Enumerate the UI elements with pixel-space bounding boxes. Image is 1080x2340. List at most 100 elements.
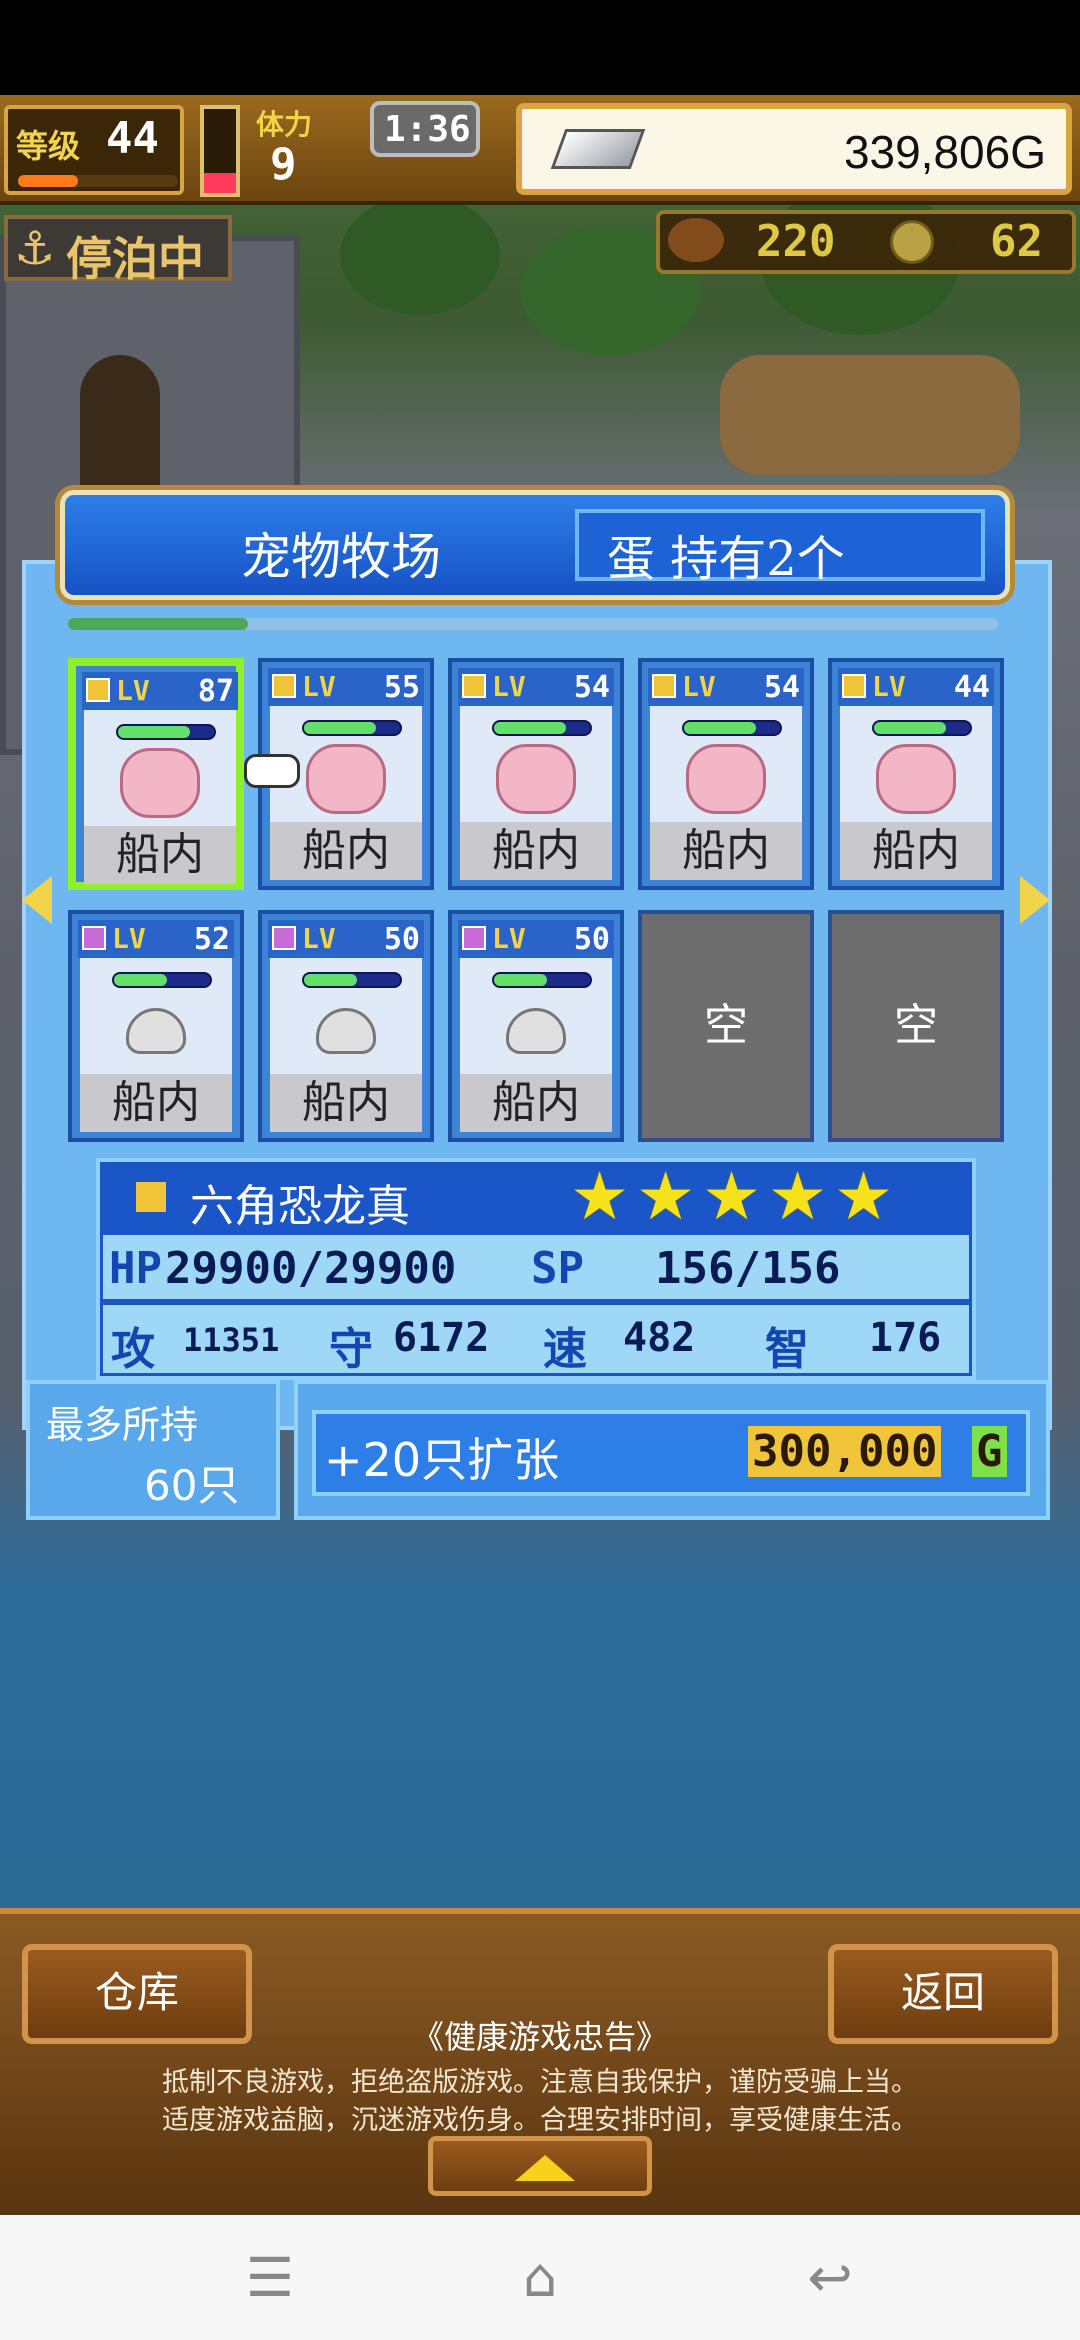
anchor-icon: ⚓ [14, 221, 56, 275]
axolotl-gills [663, 751, 795, 771]
pet-slot[interactable]: LV 54 船内 [638, 658, 814, 890]
pet-slot[interactable]: LV 44 船内 [828, 658, 1004, 890]
pet-name-row: 六角恐龙真 ★ ★ ★ ★ ★ [100, 1158, 972, 1235]
spd-label: 速 [543, 1324, 587, 1375]
timer-box: 1:36 [370, 101, 480, 157]
axolotl-gills [283, 751, 415, 771]
def-label: 守 [329, 1324, 373, 1375]
pet-location: 船内 [84, 826, 236, 884]
pet-hp-bar [112, 972, 212, 988]
back-icon[interactable]: ↩ [780, 2215, 880, 2340]
expand-menu-button[interactable] [428, 2136, 652, 2196]
element-icon [136, 1182, 166, 1212]
level-box: 等级 44 [4, 105, 184, 195]
pet-level-value: 50 [383, 922, 420, 957]
expand-box: +20只扩张 300,000 G [294, 1380, 1050, 1520]
element-icon [652, 674, 676, 698]
def-value: 6172 [393, 1315, 490, 1361]
pet-location: 船内 [840, 822, 992, 880]
pet-level-label: LV [116, 674, 150, 707]
pet-slot[interactable]: LV 50 船内 [258, 910, 434, 1142]
expand-button[interactable]: +20只扩张 300,000 G [312, 1410, 1030, 1496]
moored-text: 停泊中 [66, 232, 204, 286]
atk-value: 11351 [183, 1321, 280, 1359]
health-notice-line1: 抵制不良游戏，拒绝盗版游戏。注意自我保护，谨防受骗上当。 [162, 2067, 918, 2098]
pet-level-value: 54 [763, 670, 800, 705]
level-label: 等级 [16, 127, 81, 165]
pet-name: 六角恐龙真 [190, 1181, 410, 1232]
pet-location: 船内 [80, 1074, 232, 1132]
empty-slot-label: 空 [704, 1000, 748, 1051]
pet-hp-fill [118, 726, 190, 738]
expand-cost-unit: G [972, 1426, 1007, 1477]
pet-hp-fill [874, 722, 946, 734]
health-notice-line2: 适度游戏益脑，沉迷游戏伤身。合理安排时间，享受健康生活。 [162, 2105, 918, 2136]
pet-hp-bar [302, 720, 402, 736]
food-icon [668, 218, 724, 262]
page-left-arrow[interactable] [22, 876, 52, 924]
rock-pile [720, 355, 1020, 475]
element-icon [86, 678, 110, 702]
egg-count-box[interactable]: 蛋 持有2个 [575, 509, 985, 587]
element-icon [272, 674, 296, 698]
empty-pet-slot[interactable]: 空 [638, 910, 814, 1142]
capacity-label: 最多所持 [46, 1403, 199, 1447]
expand-label: +20只扩张 [324, 1433, 560, 1487]
castle-door [80, 355, 160, 485]
pet-level-label: LV [302, 922, 336, 955]
stamina-value: 9 [270, 139, 297, 190]
bottom-bar: 仓库 返回 《健康游戏忠告》 抵制不良游戏，拒绝盗版游戏。注意自我保护，谨防受骗… [0, 1908, 1080, 2215]
pet-level-value: 55 [383, 670, 420, 705]
gold-amount: 339,806G [843, 126, 1046, 178]
element-icon [462, 926, 486, 950]
pet-level-label: LV [492, 922, 526, 955]
expand-cost: 300,000 [748, 1426, 942, 1477]
moored-badge[interactable]: ⚓ 停泊中 [4, 215, 232, 286]
page-right-arrow[interactable] [1020, 876, 1050, 924]
axolotl-gills [97, 755, 229, 775]
menu-icon[interactable]: ☰ [220, 2215, 320, 2340]
hp-value: 29900/29900 [165, 1243, 457, 1294]
pet-level-label: LV [682, 670, 716, 703]
pet-hp-fill [684, 722, 756, 734]
pet-body [126, 1008, 186, 1054]
empty-slot-label: 空 [894, 1000, 938, 1051]
top-hud: 等级 44 体力 9 1:36 339,806G [0, 95, 1080, 205]
star-icon: ★ [702, 1158, 762, 1235]
pointer-hand-icon [244, 754, 300, 788]
atk-label: 攻 [111, 1324, 155, 1375]
hp-label: HP [109, 1243, 162, 1294]
pet-level-label: LV [872, 670, 906, 703]
status-bar [0, 0, 1080, 95]
health-notice-title: 《健康游戏忠告》 [411, 2018, 668, 2056]
axolotl-gills [853, 751, 985, 771]
scroll-track[interactable] [68, 618, 998, 630]
silver-bar-icon [550, 129, 646, 169]
exp-fill [18, 175, 78, 187]
timer-text: 1:36 [384, 109, 471, 150]
pet-body [663, 744, 795, 814]
pet-stats-panel: 六角恐龙真 ★ ★ ★ ★ ★ HP 29900/29900 SP 156/156 攻 … [96, 1158, 976, 1380]
pet-slot[interactable]: LV 50 船内 [448, 910, 624, 1142]
coin-count: 62 [990, 216, 1043, 267]
pet-level-bar: LV 54 [458, 668, 614, 706]
axolotl-gills [473, 751, 605, 771]
pet-level-bar: LV 87 [82, 672, 238, 710]
pet-slot[interactable]: LV 87 船内 [68, 658, 244, 890]
empty-pet-slot[interactable]: 空 [828, 910, 1004, 1142]
rarity-stars: ★ ★ ★ ★ ★ [570, 1158, 950, 1235]
element-icon [462, 674, 486, 698]
pet-slot[interactable]: LV 52 船内 [68, 910, 244, 1142]
pet-level-value: 52 [193, 922, 230, 957]
hp-sp-row: HP 29900/29900 SP 156/156 [100, 1232, 972, 1302]
pet-hp-bar [116, 724, 216, 740]
home-icon[interactable]: ⌂ [490, 2215, 590, 2340]
scroll-thumb[interactable] [68, 618, 248, 630]
exp-bar [18, 175, 178, 187]
sp-value: 156/156 [655, 1243, 841, 1294]
pet-slot[interactable]: LV 54 船内 [448, 658, 624, 890]
pet-location: 船内 [460, 822, 612, 880]
pet-level-label: LV [112, 922, 146, 955]
pet-level-bar: LV 52 [78, 920, 234, 958]
pet-level-label: LV [302, 670, 336, 703]
